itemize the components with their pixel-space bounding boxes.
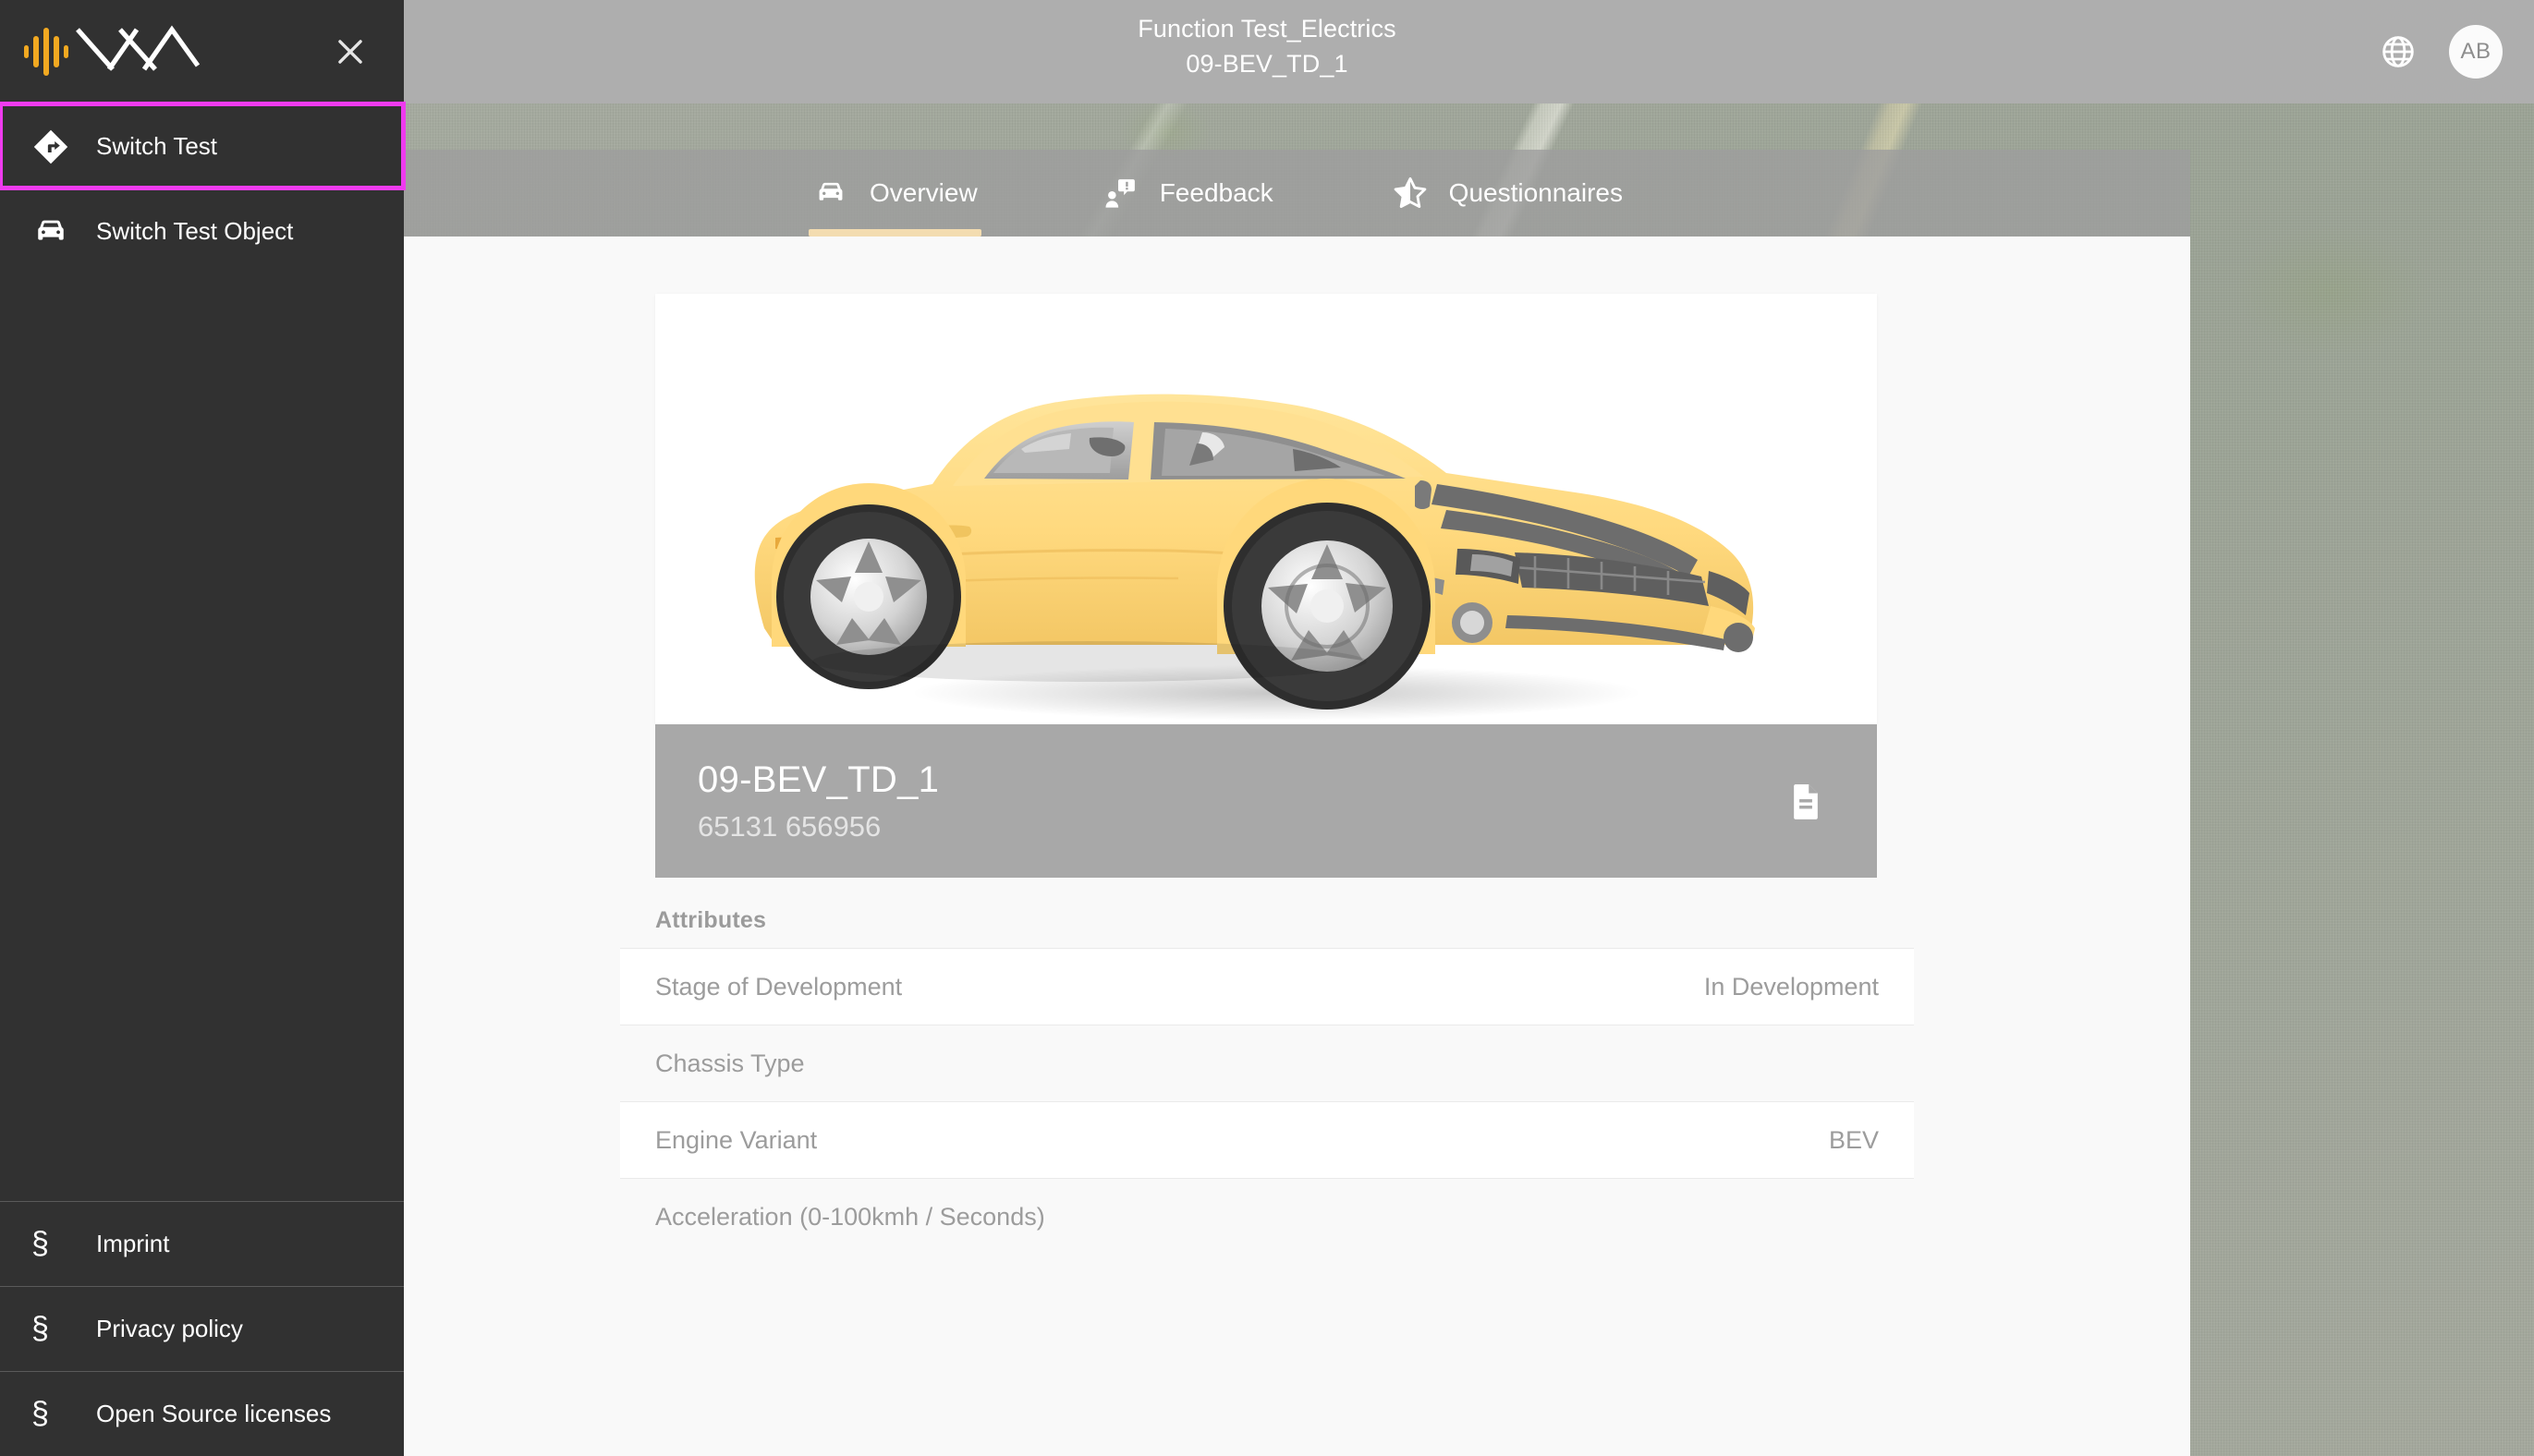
attribute-row[interactable]: Stage of Development In Development — [620, 948, 1914, 1025]
sidebar-item-switch-test-object[interactable]: Switch Test Object — [0, 188, 404, 273]
attribute-row[interactable]: Chassis Type — [620, 1025, 1914, 1101]
attribute-label: Chassis Type — [655, 1049, 805, 1077]
attribute-row[interactable]: Acceleration (0-100kmh / Seconds) — [620, 1178, 1914, 1255]
avatar-initials: AB — [2460, 39, 2491, 64]
car-front-icon — [812, 175, 849, 212]
tab-questionnaires-label: Questionnaires — [1448, 178, 1624, 207]
turn-right-diamond-icon — [31, 127, 79, 166]
sidebar-item-switch-test-label: Switch Test — [96, 132, 218, 160]
vehicle-number: 65131 656956 — [698, 809, 882, 843]
tab-overview-label: Overview — [870, 178, 978, 207]
attribute-label: Engine Variant — [655, 1125, 818, 1154]
vehicle-name: 09-BEV_TD_1 — [698, 758, 940, 800]
avatar[interactable]: AB — [2449, 25, 2503, 79]
section-sign-icon: § — [31, 1311, 49, 1346]
drawer-header — [0, 0, 404, 103]
attributes-heading: Attributes — [655, 907, 767, 933]
star-half-icon — [1392, 175, 1429, 212]
vehicle-info-band: 09-BEV_TD_1 65131 656956 — [655, 724, 1877, 878]
attribute-value: BEV — [1828, 1125, 1879, 1154]
vehicle-image-card — [655, 294, 1877, 724]
yellow-sports-car — [655, 294, 1877, 724]
app-logo — [20, 25, 205, 79]
main-content-panel: 09-BEV_TD_1 65131 656956 Attributes Stag… — [404, 237, 2190, 1456]
sidebar-item-switch-test[interactable]: Switch Test — [0, 102, 406, 190]
document-icon[interactable] — [1777, 772, 1834, 830]
header-actions: AB — [2377, 0, 2503, 103]
attribute-label: Stage of Development — [655, 972, 903, 1001]
tab-overview[interactable]: Overview — [809, 150, 981, 237]
sidebar-item-switch-test-object-label: Switch Test Object — [96, 217, 294, 245]
section-sign-icon: § — [31, 1396, 49, 1431]
tab-questionnaires[interactable]: Questionnaires — [1388, 150, 1626, 237]
tab-feedback-label: Feedback — [1159, 178, 1273, 207]
sidebar-item-privacy-policy[interactable]: § Privacy policy — [0, 1286, 404, 1371]
sidebar-item-imprint[interactable]: § Imprint — [0, 1201, 404, 1286]
navigation-drawer: Switch Test Switch Test Object § Imprint… — [0, 0, 406, 1456]
feedback-icon — [1103, 175, 1139, 212]
sidebar-item-open-source-licenses-label: Open Source licenses — [96, 1400, 332, 1427]
sidebar-item-privacy-policy-label: Privacy policy — [96, 1315, 243, 1342]
globe-icon[interactable] — [2377, 30, 2419, 73]
attribute-value: In Development — [1703, 972, 1879, 1001]
attributes-list: Stage of Development In Development Chas… — [620, 948, 1914, 1255]
drawer-nav: Switch Test Switch Test Object — [0, 102, 406, 273]
tab-bar: Overview Feedback Questionnaires — [404, 150, 2190, 237]
attribute-label: Acceleration (0-100kmh / Seconds) — [655, 1202, 1045, 1231]
panel-scroll-area[interactable]: 09-BEV_TD_1 65131 656956 Attributes Stag… — [404, 237, 2190, 1456]
section-sign-icon: § — [31, 1226, 49, 1261]
vehicle-info-text: 09-BEV_TD_1 65131 656956 — [698, 757, 939, 846]
drawer-spacer — [0, 273, 404, 1201]
sidebar-item-open-source-licenses[interactable]: § Open Source licenses — [0, 1371, 404, 1456]
car-front-icon — [31, 212, 79, 251]
attribute-row[interactable]: Engine Variant BEV — [620, 1101, 1914, 1178]
tab-feedback[interactable]: Feedback — [1099, 150, 1277, 237]
sidebar-item-imprint-label: Imprint — [96, 1230, 170, 1257]
close-icon[interactable] — [326, 28, 374, 76]
